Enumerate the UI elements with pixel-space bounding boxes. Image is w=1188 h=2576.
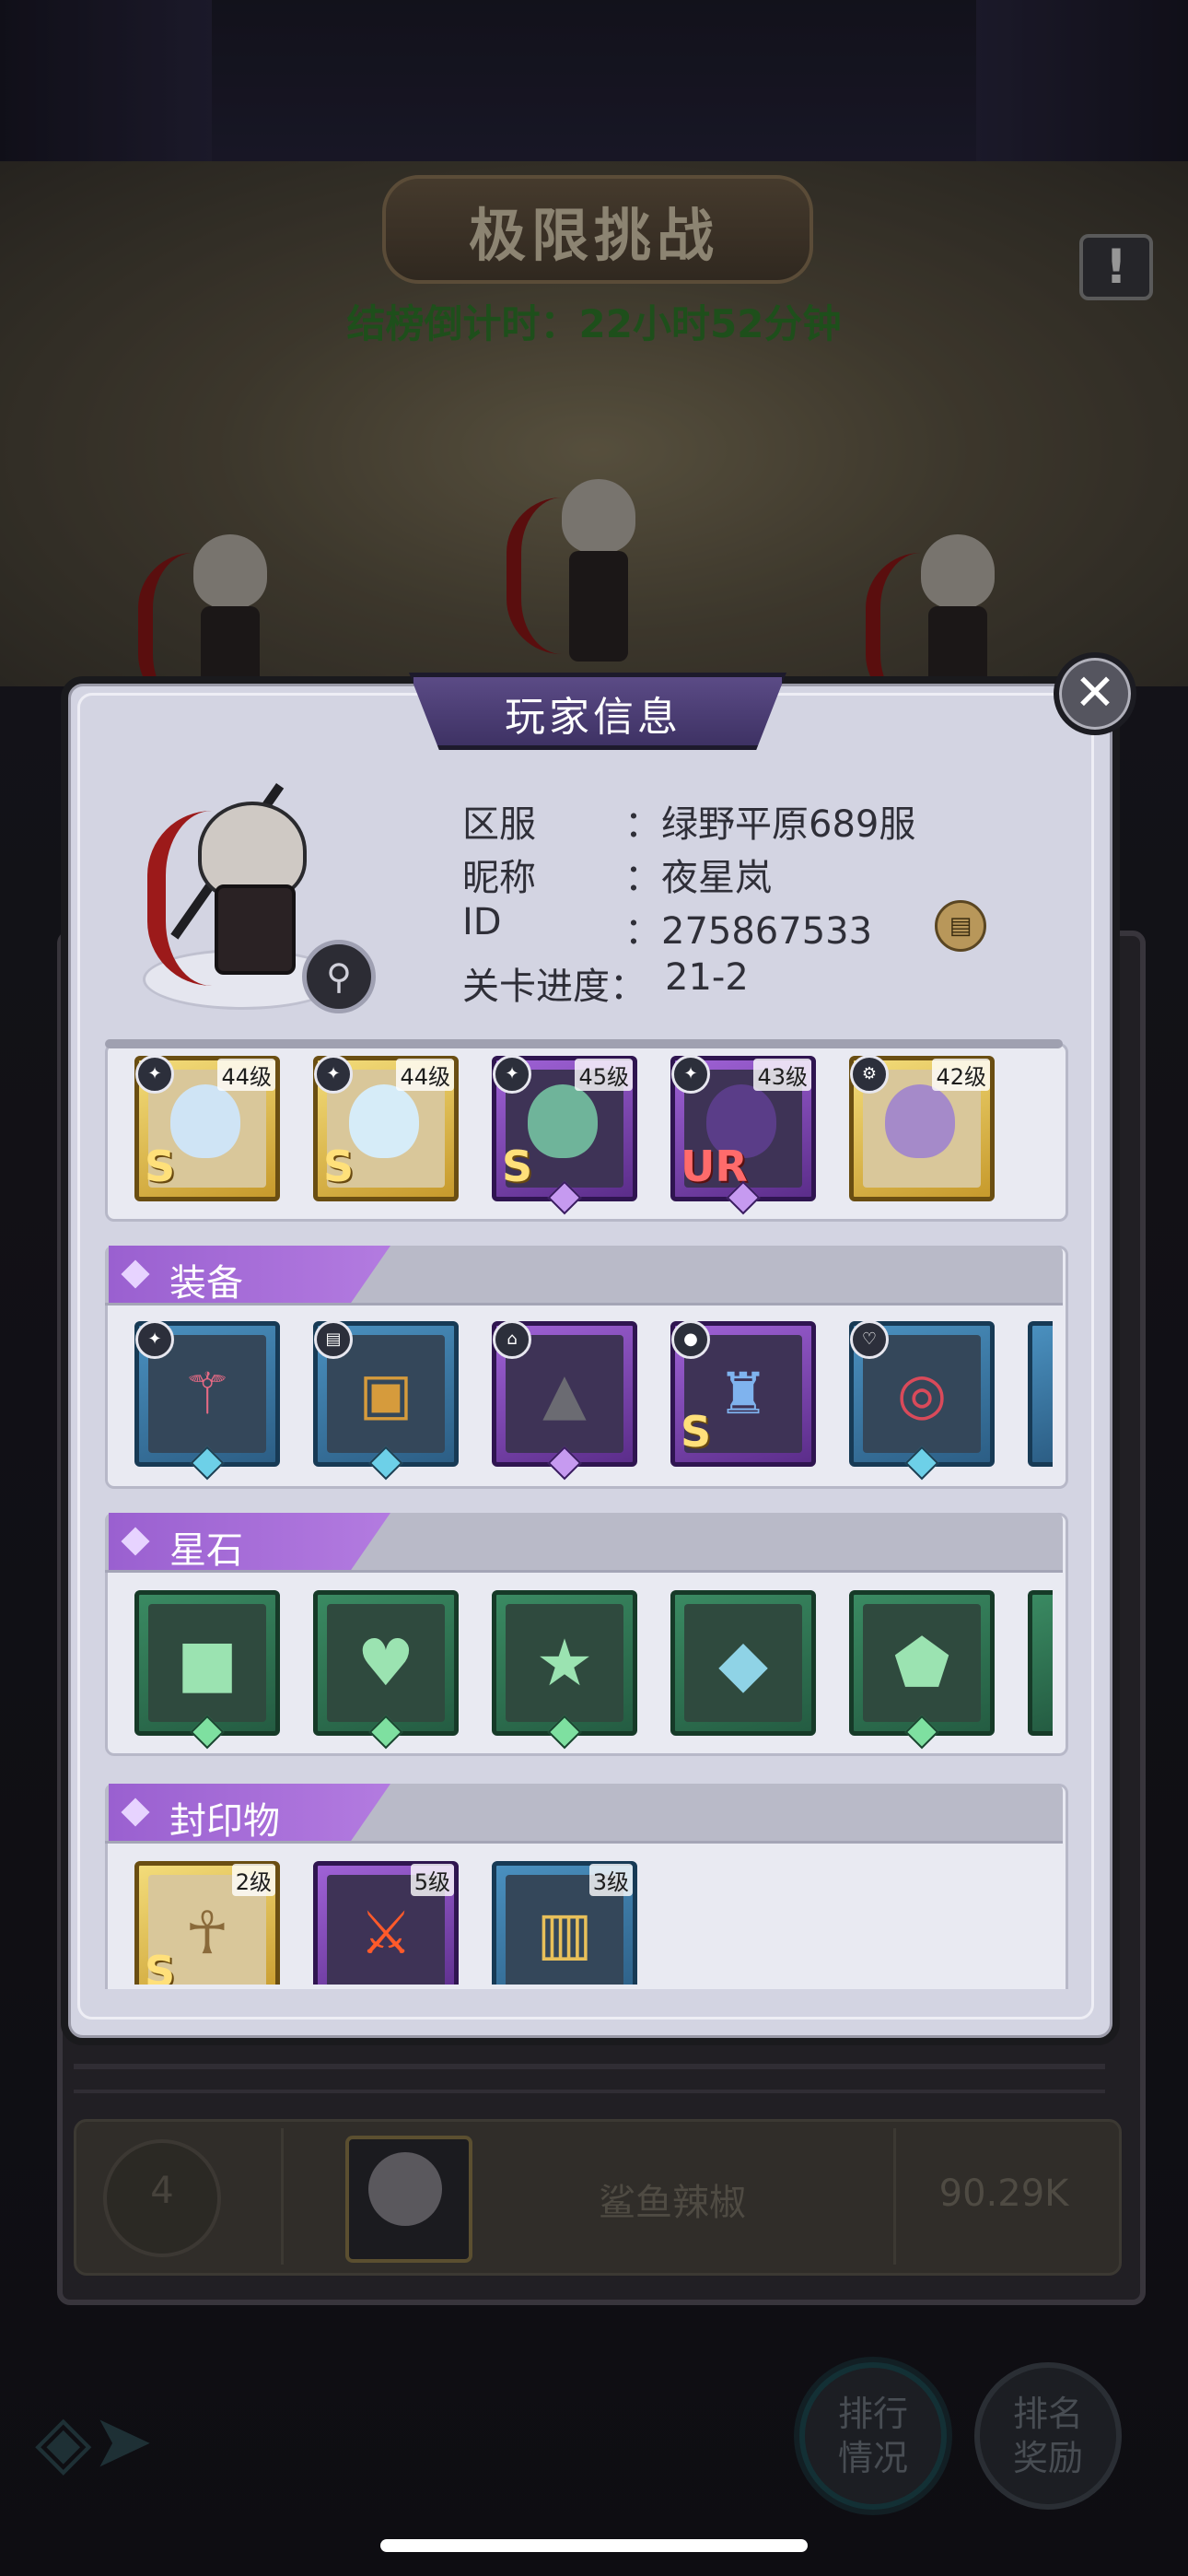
nickname-value: ：夜星岚 bbox=[624, 857, 772, 899]
cape-icon: ♜ bbox=[717, 1360, 769, 1427]
equipment-slot[interactable]: ⚚ ✦ bbox=[134, 1320, 280, 1481]
wand-type-icon: ✦ bbox=[135, 1055, 174, 1094]
rarity-badge: S bbox=[681, 1407, 712, 1457]
equipment-title: 装备 bbox=[169, 1262, 243, 1305]
diamond-gem-icon: ◆ bbox=[718, 1625, 768, 1701]
puppet-doll-icon: ☥ bbox=[185, 1900, 229, 1968]
scroll-top-edge bbox=[105, 1039, 1063, 1048]
rarity-badge: S bbox=[145, 1947, 176, 1985]
server-value: ：绿野平原689服 bbox=[624, 803, 916, 846]
golden-book-icon: ▥ bbox=[536, 1900, 593, 1968]
close-icon[interactable]: ✕ bbox=[1054, 652, 1136, 735]
flame-sword-icon: ⚔ bbox=[359, 1900, 413, 1968]
hero-level: 44级 bbox=[396, 1059, 454, 1091]
book-type-icon: ▤ bbox=[314, 1320, 353, 1359]
shield-gem-icon: ⬟ bbox=[893, 1625, 950, 1701]
magnifier-icon[interactable]: ⚲ bbox=[302, 940, 376, 1013]
square-gem-icon: ■ bbox=[176, 1625, 239, 1701]
star-stone-tab bbox=[109, 1513, 390, 1570]
star-gem-icon: ★ bbox=[535, 1625, 594, 1701]
hero-slot[interactable]: ✦ 45级 S bbox=[492, 1055, 637, 1215]
server-label: 区服 bbox=[462, 803, 536, 846]
star-stone-slot-partial[interactable] bbox=[1028, 1590, 1053, 1736]
seal-slot[interactable]: ▥ 3级 bbox=[492, 1861, 637, 1985]
hat-type-icon: ⌂ bbox=[493, 1320, 531, 1359]
spellbook-icon: ▣ bbox=[358, 1360, 413, 1427]
seal-scroll-area[interactable]: ☥ 2级 S ⚔ 5级 ▥ 3级 bbox=[109, 1857, 1061, 1985]
ruby-ring-icon: ◎ bbox=[896, 1360, 948, 1427]
equipment-tab bbox=[109, 1246, 390, 1303]
equipment-slot-partial[interactable] bbox=[1028, 1321, 1053, 1467]
star-stone-slot[interactable]: ◆ bbox=[670, 1590, 816, 1736]
hero-level: 45级 bbox=[575, 1059, 633, 1091]
rarity-badge: S bbox=[323, 1142, 355, 1191]
rarity-badge: UR bbox=[681, 1142, 748, 1191]
hero-slot[interactable]: ⚙ 42级 bbox=[849, 1055, 995, 1201]
home-indicator[interactable] bbox=[380, 2539, 808, 2552]
modal-title: 玩家信息 bbox=[505, 694, 681, 741]
star-stone-title: 星石 bbox=[169, 1529, 243, 1572]
sword-type-icon: ✦ bbox=[493, 1055, 531, 1094]
witch-hat-icon: ▲ bbox=[542, 1360, 587, 1427]
copy-id-icon[interactable]: ▤ bbox=[935, 900, 986, 952]
gear-type-icon: ⚙ bbox=[850, 1055, 889, 1094]
nickname-label: 昵称 bbox=[462, 857, 536, 899]
heart-gem-icon: ♥ bbox=[356, 1625, 415, 1701]
id-value: ：275867533 bbox=[624, 910, 873, 953]
equipment-slot[interactable]: ▲ ⌂ bbox=[492, 1320, 637, 1481]
key-type-icon: ✦ bbox=[314, 1055, 353, 1094]
wand-type-icon: ✦ bbox=[135, 1320, 174, 1359]
equipment-slot[interactable]: ♜ ● S bbox=[670, 1320, 816, 1467]
rarity-badge: S bbox=[502, 1142, 533, 1191]
star-stone-slot[interactable]: ■ bbox=[134, 1590, 280, 1750]
stage-progress-label: 关卡进度： bbox=[462, 966, 646, 1008]
hero-level: 42级 bbox=[932, 1059, 990, 1091]
heart-wand-icon: ⚚ bbox=[181, 1360, 233, 1427]
star-stone-slot[interactable]: ♥ bbox=[313, 1590, 459, 1750]
swirl-type-icon: ✦ bbox=[671, 1055, 710, 1094]
equipment-slot[interactable]: ▣ ▤ bbox=[313, 1320, 459, 1481]
star-stone-slot[interactable]: ★ bbox=[492, 1590, 637, 1750]
seal-level: 2级 bbox=[231, 1864, 275, 1896]
seal-slot[interactable]: ☥ 2级 S bbox=[134, 1861, 280, 1985]
star-stone-slot[interactable]: ⬟ bbox=[849, 1590, 995, 1750]
armor-type-icon: ● bbox=[671, 1320, 710, 1359]
id-label: ID bbox=[462, 901, 502, 943]
seal-level: 5级 bbox=[410, 1864, 454, 1896]
ring-type-icon: ♡ bbox=[850, 1320, 889, 1359]
equipment-slot[interactable]: ◎ ♡ bbox=[849, 1320, 995, 1481]
character-body bbox=[215, 884, 296, 975]
hero-level: 43级 bbox=[753, 1059, 811, 1091]
hero-slot[interactable]: ✦ 44级 S bbox=[313, 1055, 459, 1201]
hero-slot[interactable]: ✦ 43级 UR bbox=[670, 1055, 816, 1215]
seal-slot[interactable]: ⚔ 5级 bbox=[313, 1861, 459, 1985]
hero-level: 44级 bbox=[217, 1059, 275, 1091]
rarity-badge: S bbox=[145, 1142, 176, 1191]
hero-slot[interactable]: ✦ 44级 S bbox=[134, 1055, 280, 1201]
seal-level: 3级 bbox=[588, 1864, 633, 1896]
stage-progress-value: 21-2 bbox=[665, 956, 749, 999]
seal-title: 封印物 bbox=[169, 1800, 280, 1843]
